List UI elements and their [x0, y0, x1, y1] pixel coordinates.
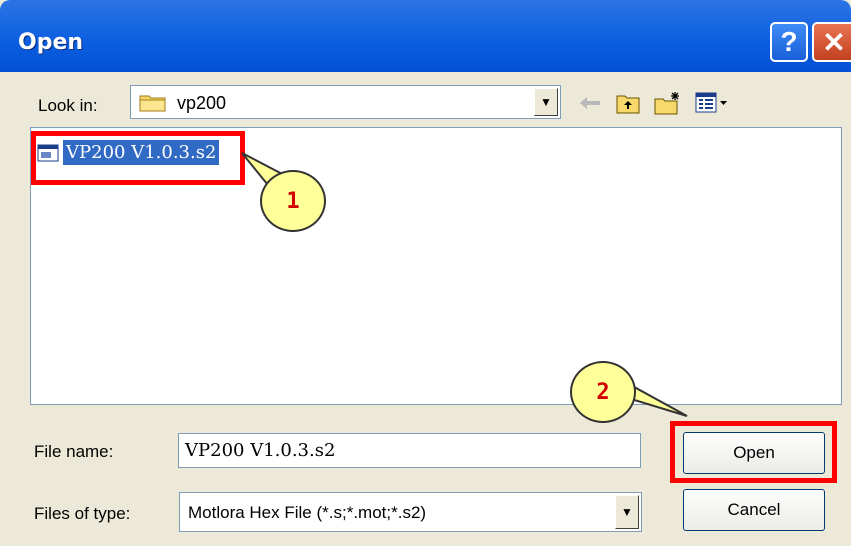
file-name-input[interactable]: VP200 V1.0.3.s2 — [178, 433, 641, 468]
cancel-button[interactable]: Cancel — [683, 489, 825, 531]
file-type-value: Motlora Hex File (*.s;*.mot;*.s2) — [188, 503, 427, 522]
file-type-label: Files of type: — [34, 504, 131, 523]
file-name-label: File name: — [34, 442, 114, 461]
open-button[interactable]: Open — [683, 432, 825, 474]
chevron-down-icon[interactable]: ▼ — [615, 495, 639, 529]
callout-2: 2 — [570, 361, 636, 423]
file-type-select[interactable]: Motlora Hex File (*.s;*.mot;*.s2) ▼ — [179, 492, 642, 532]
callout-1: 1 — [260, 170, 326, 232]
